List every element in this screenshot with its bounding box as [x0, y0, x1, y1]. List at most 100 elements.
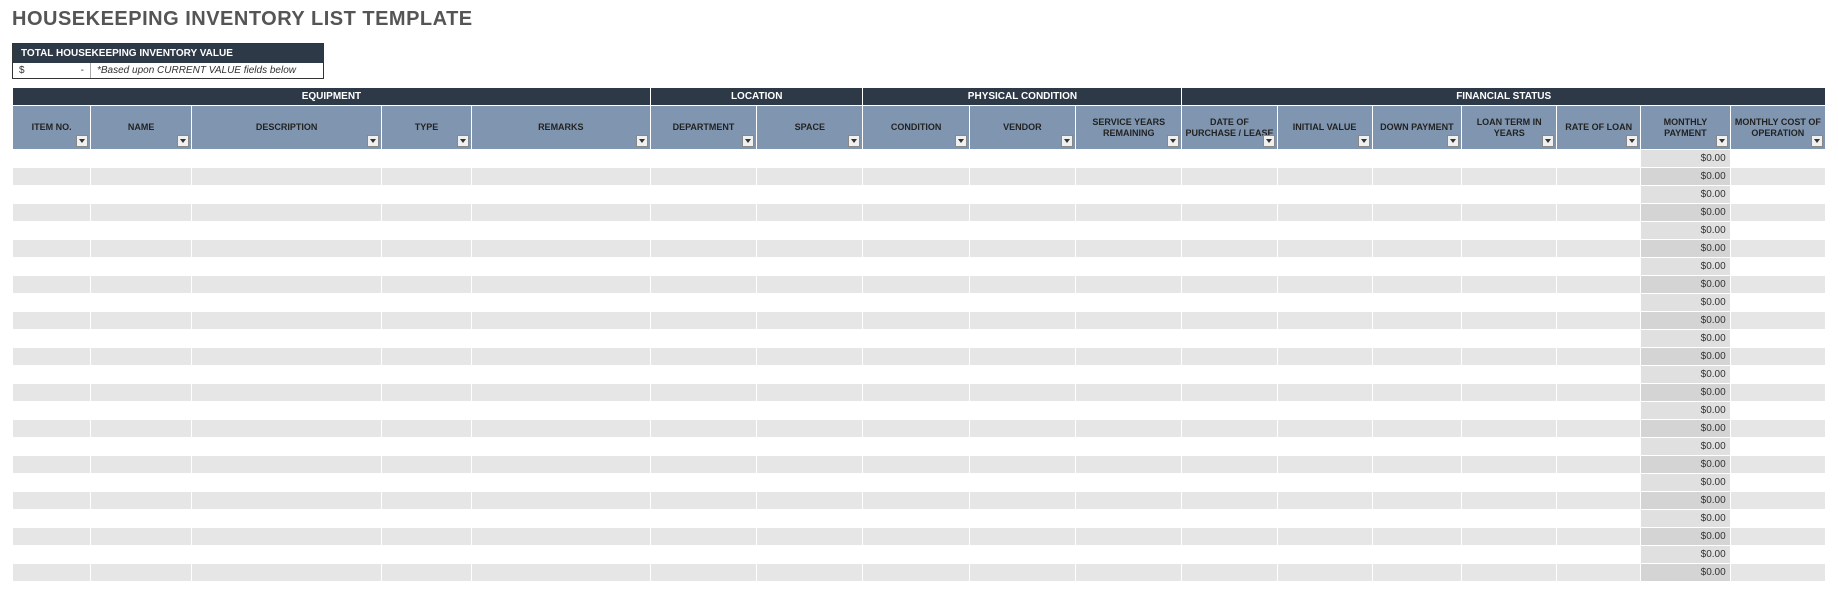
table-cell[interactable]: $0.00: [1641, 438, 1731, 456]
table-cell[interactable]: [650, 402, 756, 420]
table-cell[interactable]: [969, 330, 1075, 348]
table-cell[interactable]: [1557, 546, 1641, 564]
table-cell[interactable]: [13, 150, 91, 168]
table-cell[interactable]: [757, 474, 863, 492]
table-cell[interactable]: [382, 402, 472, 420]
table-cell[interactable]: [91, 420, 192, 438]
table-cell[interactable]: [1277, 240, 1372, 258]
table-cell[interactable]: [1182, 204, 1277, 222]
filter-dropdown-icon[interactable]: [1716, 135, 1728, 147]
table-cell[interactable]: $0.00: [1641, 474, 1731, 492]
table-cell[interactable]: [1462, 492, 1557, 510]
table-cell[interactable]: [1182, 438, 1277, 456]
table-cell[interactable]: [1277, 546, 1372, 564]
table-cell[interactable]: [91, 276, 192, 294]
table-cell[interactable]: [471, 528, 650, 546]
table-cell[interactable]: [863, 492, 969, 510]
table-cell[interactable]: [1076, 150, 1182, 168]
table-cell[interactable]: [1462, 564, 1557, 582]
table-cell[interactable]: [1372, 330, 1462, 348]
table-cell[interactable]: [863, 402, 969, 420]
filter-dropdown-icon[interactable]: [1061, 135, 1073, 147]
table-cell[interactable]: [1462, 294, 1557, 312]
table-cell[interactable]: [1557, 564, 1641, 582]
table-cell[interactable]: [1277, 402, 1372, 420]
table-cell[interactable]: $0.00: [1641, 240, 1731, 258]
table-cell[interactable]: [1730, 276, 1825, 294]
table-cell[interactable]: [382, 240, 472, 258]
table-cell[interactable]: [1076, 348, 1182, 366]
table-cell[interactable]: [1277, 258, 1372, 276]
table-cell[interactable]: [382, 330, 472, 348]
table-cell[interactable]: [1076, 456, 1182, 474]
table-cell[interactable]: [91, 492, 192, 510]
table-cell[interactable]: [969, 492, 1075, 510]
table-cell[interactable]: [1277, 348, 1372, 366]
table-cell[interactable]: [757, 258, 863, 276]
table-cell[interactable]: [1372, 492, 1462, 510]
table-cell[interactable]: [1557, 312, 1641, 330]
table-cell[interactable]: [650, 276, 756, 294]
table-cell[interactable]: [863, 438, 969, 456]
filter-dropdown-icon[interactable]: [1626, 135, 1638, 147]
table-cell[interactable]: [757, 546, 863, 564]
table-cell[interactable]: [13, 366, 91, 384]
table-cell[interactable]: [650, 204, 756, 222]
table-cell[interactable]: [1277, 564, 1372, 582]
table-cell[interactable]: [382, 204, 472, 222]
table-cell[interactable]: [13, 546, 91, 564]
table-cell[interactable]: [757, 186, 863, 204]
table-cell[interactable]: [863, 384, 969, 402]
table-cell[interactable]: [969, 294, 1075, 312]
table-cell[interactable]: [1462, 384, 1557, 402]
table-cell[interactable]: [969, 438, 1075, 456]
table-cell[interactable]: [1277, 312, 1372, 330]
table-cell[interactable]: $0.00: [1641, 150, 1731, 168]
table-cell[interactable]: [1462, 222, 1557, 240]
table-cell[interactable]: [1182, 222, 1277, 240]
table-cell[interactable]: [382, 186, 472, 204]
table-cell[interactable]: [192, 186, 382, 204]
table-cell[interactable]: [1076, 438, 1182, 456]
table-cell[interactable]: [192, 492, 382, 510]
table-cell[interactable]: [969, 546, 1075, 564]
table-cell[interactable]: [650, 366, 756, 384]
table-cell[interactable]: [13, 258, 91, 276]
table-cell[interactable]: [471, 348, 650, 366]
table-cell[interactable]: [1277, 366, 1372, 384]
table-cell[interactable]: [91, 402, 192, 420]
table-cell[interactable]: [863, 456, 969, 474]
table-cell[interactable]: [1076, 474, 1182, 492]
table-cell[interactable]: [382, 456, 472, 474]
table-cell[interactable]: [863, 348, 969, 366]
filter-dropdown-icon[interactable]: [1811, 135, 1823, 147]
table-cell[interactable]: [1076, 258, 1182, 276]
table-cell[interactable]: [382, 528, 472, 546]
table-cell[interactable]: [1462, 546, 1557, 564]
table-cell[interactable]: [1557, 150, 1641, 168]
table-cell[interactable]: $0.00: [1641, 510, 1731, 528]
table-cell[interactable]: [969, 186, 1075, 204]
table-cell[interactable]: [382, 564, 472, 582]
table-cell[interactable]: [863, 258, 969, 276]
table-cell[interactable]: [192, 294, 382, 312]
table-cell[interactable]: [471, 312, 650, 330]
table-cell[interactable]: [1730, 294, 1825, 312]
table-cell[interactable]: [192, 384, 382, 402]
table-cell[interactable]: [13, 564, 91, 582]
table-cell[interactable]: [1730, 474, 1825, 492]
table-cell[interactable]: [1076, 384, 1182, 402]
table-cell[interactable]: [91, 168, 192, 186]
table-cell[interactable]: [863, 420, 969, 438]
table-cell[interactable]: [382, 366, 472, 384]
table-cell[interactable]: [1372, 546, 1462, 564]
table-cell[interactable]: [1730, 492, 1825, 510]
table-cell[interactable]: [382, 492, 472, 510]
table-cell[interactable]: [1462, 510, 1557, 528]
table-cell[interactable]: $0.00: [1641, 294, 1731, 312]
filter-dropdown-icon[interactable]: [1167, 135, 1179, 147]
table-cell[interactable]: [91, 456, 192, 474]
table-cell[interactable]: [13, 528, 91, 546]
table-cell[interactable]: [1557, 438, 1641, 456]
table-cell[interactable]: [1730, 330, 1825, 348]
